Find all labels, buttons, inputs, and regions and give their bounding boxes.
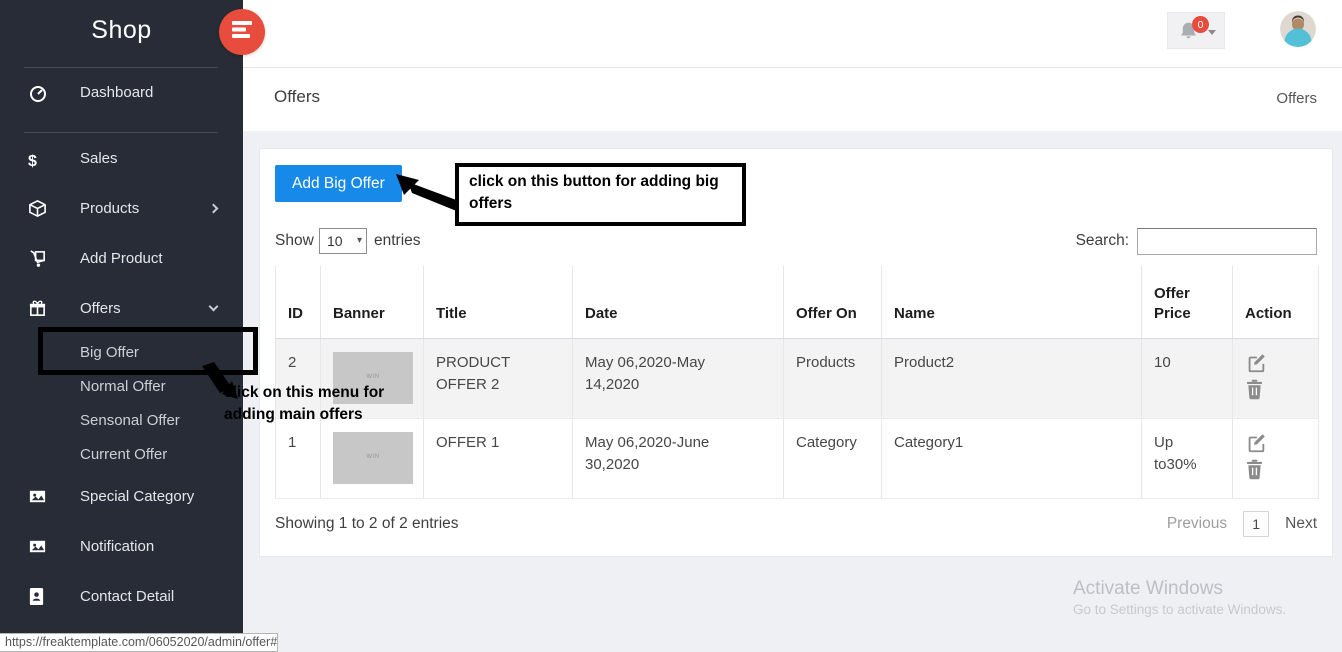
sidebar-toggle-button[interactable]: [219, 9, 265, 55]
page-length-value: 10: [327, 233, 343, 249]
sidebar-item-notification[interactable]: Notification: [0, 534, 243, 560]
cell-offer-price: Up to30%: [1142, 418, 1233, 498]
image-icon: [28, 487, 48, 507]
table-row: 2 WIN PRODUCT OFFER 2 May 06,2020-May 14…: [276, 338, 1319, 418]
add-product-icon: [28, 249, 48, 269]
sidebar-item-label: Sales: [80, 146, 118, 172]
search-label: Search:: [1076, 232, 1129, 250]
sidebar-item-sales[interactable]: $ Sales: [0, 146, 243, 172]
sidebar-item-label: Contact Detail: [80, 584, 174, 610]
sidebar-subitem-normal-offer[interactable]: Normal Offer: [0, 375, 243, 399]
caret-down-icon: [1208, 30, 1216, 35]
column-header-date[interactable]: Date: [573, 266, 784, 338]
cell-date: May 06,2020-May 14,2020: [573, 338, 784, 418]
offers-card: Add Big Offer Show 10 ▾ entries Search: …: [259, 148, 1333, 557]
cell-banner: WIN: [321, 418, 424, 498]
cell-offer-on: Products: [784, 338, 882, 418]
cell-title: OFFER 1: [424, 418, 573, 498]
activate-windows-subtext: Go to Settings to activate Windows.: [1073, 602, 1286, 617]
cell-id: 1: [276, 418, 321, 498]
chevron-down-icon: [209, 302, 219, 312]
sidebar-subitem-big-offer[interactable]: Big Offer: [0, 341, 243, 365]
activate-windows-watermark: Activate Windows: [1073, 578, 1223, 600]
chevron-right-icon: [209, 204, 219, 214]
table-info: Showing 1 to 2 of 2 entries: [275, 515, 459, 533]
cell-title: PRODUCT OFFER 2: [424, 338, 573, 418]
pagination: Previous 1 Next: [1167, 511, 1317, 537]
sidebar-subitem-sensonal-offer[interactable]: Sensonal Offer: [0, 409, 243, 433]
hamburger-icon: [232, 21, 252, 43]
cell-action: [1233, 338, 1319, 418]
table-header-row: ID Banner Title Date Offer On Name Offer…: [276, 266, 1319, 338]
status-url: https://freaktemplate.com/06052020/admin…: [0, 633, 278, 652]
edit-icon[interactable]: [1245, 352, 1267, 374]
sidebar-item-special-category[interactable]: Special Category: [0, 484, 243, 510]
divider: [24, 132, 218, 133]
cell-offer-price: 10: [1142, 338, 1233, 418]
delete-icon[interactable]: [1245, 459, 1267, 481]
banner-image: WIN: [333, 432, 413, 484]
sidebar-subitem-label: Current Offer: [80, 443, 167, 467]
cell-action: [1233, 418, 1319, 498]
page-length-select[interactable]: 10 ▾: [319, 228, 367, 254]
sidebar-subitem-label: Sensonal Offer: [80, 409, 180, 433]
previous-button[interactable]: Previous: [1167, 515, 1227, 533]
user-avatar[interactable]: [1280, 11, 1316, 47]
dollar-icon: $: [28, 149, 48, 169]
sidebar: Shop Dashboard $ Sales Products Add Prod…: [0, 0, 243, 652]
notifications-button[interactable]: 0: [1167, 12, 1225, 49]
gift-icon: [28, 299, 48, 319]
cell-name: Product2: [882, 338, 1142, 418]
column-header-action[interactable]: Action: [1233, 266, 1319, 338]
column-header-id[interactable]: ID: [276, 266, 321, 338]
cell-name: Category1: [882, 418, 1142, 498]
cube-icon: [28, 199, 48, 219]
entries-label: entries: [374, 232, 421, 250]
brand-title: Shop: [0, 16, 243, 45]
page-title: Offers: [274, 87, 320, 107]
next-button[interactable]: Next: [1285, 515, 1317, 533]
sidebar-item-label: Add Product: [80, 246, 163, 272]
address-book-icon: [28, 587, 48, 607]
sidebar-item-dashboard[interactable]: Dashboard: [0, 80, 243, 106]
sidebar-item-label: Dashboard: [80, 80, 153, 106]
offers-table: ID Banner Title Date Offer On Name Offer…: [275, 266, 1319, 499]
sidebar-item-label: Notification: [80, 534, 154, 560]
page: Shop Dashboard $ Sales Products Add Prod…: [0, 0, 1342, 652]
sidebar-item-label: Offers: [80, 296, 121, 322]
sidebar-item-label: Products: [80, 196, 139, 222]
edit-icon[interactable]: [1245, 432, 1267, 454]
cell-offer-on: Category: [784, 418, 882, 498]
divider: [24, 67, 218, 68]
column-header-offer-price[interactable]: Offer Price: [1142, 266, 1233, 338]
sidebar-subitem-current-offer[interactable]: Current Offer: [0, 443, 243, 467]
sidebar-item-contact-detail[interactable]: Contact Detail: [0, 584, 243, 610]
column-header-title[interactable]: Title: [424, 266, 573, 338]
annotation-button-note: click on this button for adding big offe…: [455, 163, 746, 226]
annotation-menu-note: click on this menu for adding main offer…: [224, 382, 402, 426]
add-big-offer-button[interactable]: Add Big Offer: [275, 165, 402, 202]
sidebar-subitem-label: Normal Offer: [80, 375, 166, 399]
show-label: Show: [275, 232, 314, 250]
column-header-offer-on[interactable]: Offer On: [784, 266, 882, 338]
sidebar-item-add-product[interactable]: Add Product: [0, 246, 243, 272]
cell-date: May 06,2020-June 30,2020: [573, 418, 784, 498]
page-number-button[interactable]: 1: [1243, 511, 1269, 537]
column-header-banner[interactable]: Banner: [321, 266, 424, 338]
image-icon: [28, 537, 48, 557]
search-input[interactable]: [1137, 228, 1317, 255]
sidebar-item-products[interactable]: Products: [0, 196, 243, 222]
sidebar-subitem-label: Big Offer: [80, 341, 139, 365]
sidebar-item-label: Special Category: [80, 484, 194, 510]
sidebar-item-offers[interactable]: Offers: [0, 296, 243, 322]
notification-badge: 0: [1192, 16, 1209, 33]
dashboard-icon: [28, 83, 48, 103]
breadcrumb[interactable]: Offers: [1276, 90, 1317, 107]
table-row: 1 WIN OFFER 1 May 06,2020-June 30,2020 C…: [276, 418, 1319, 498]
delete-icon[interactable]: [1245, 379, 1267, 401]
select-caret-icon: ▾: [357, 235, 362, 246]
column-header-name[interactable]: Name: [882, 266, 1142, 338]
